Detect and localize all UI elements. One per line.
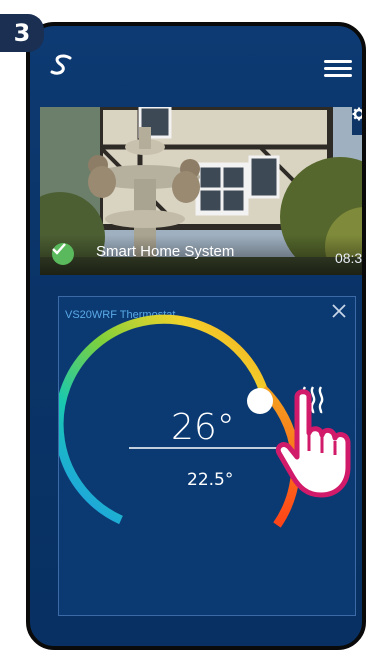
- thermostat-card[interactable]: VS20WRF Thermostat 26° 22.5°: [58, 296, 356, 616]
- home-title: Smart Home System: [96, 243, 235, 260]
- gear-icon[interactable]: [352, 107, 362, 135]
- step-badge: 3: [0, 14, 44, 52]
- app-bar: [30, 26, 362, 96]
- set-temperature: 26°: [171, 407, 235, 448]
- setpoint-handle[interactable]: [247, 388, 273, 414]
- home-time: 08:30: [334, 250, 363, 266]
- current-temperature: 22.5°: [187, 470, 234, 490]
- phone-screen: Smart Home System 08:30 VS20WRF Thermost…: [26, 22, 366, 650]
- check-circle-icon: [52, 243, 74, 265]
- hamburger-menu-icon[interactable]: [324, 60, 352, 78]
- home-photo-card[interactable]: Smart Home System 08:30: [40, 107, 363, 275]
- logo-icon[interactable]: [48, 54, 76, 76]
- pointing-hand-icon: [275, 389, 351, 498]
